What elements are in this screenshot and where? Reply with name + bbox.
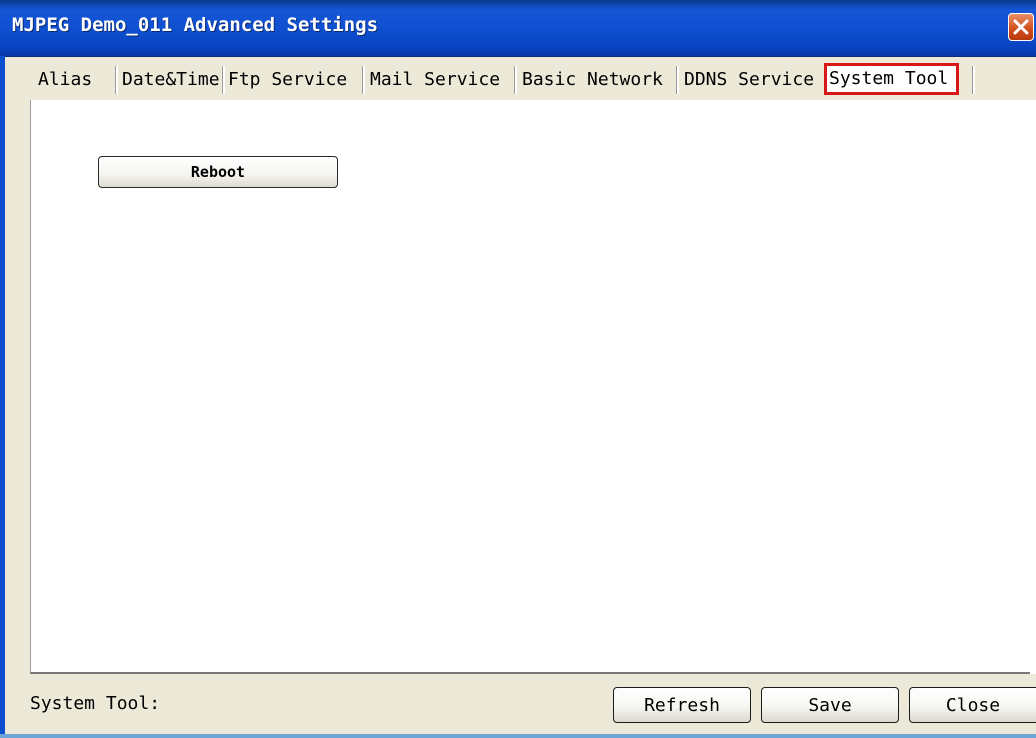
tab-strip: Alias Date&Time Ftp Service Mail Service… xyxy=(30,63,1034,100)
tab-separator xyxy=(222,66,225,94)
tab-ftp-service[interactable]: Ftp Service xyxy=(228,64,347,96)
panel-edge xyxy=(1030,100,1036,674)
tab-system-tool[interactable]: System Tool xyxy=(824,63,960,95)
tab-separator xyxy=(362,66,365,94)
reboot-button[interactable]: Reboot xyxy=(98,156,338,188)
window-title: MJPEG Demo_011 Advanced Settings xyxy=(12,14,379,36)
tab-mail-service[interactable]: Mail Service xyxy=(370,64,500,96)
tab-date-time[interactable]: Date&Time xyxy=(122,64,220,96)
title-bar: MJPEG Demo_011 Advanced Settings xyxy=(0,0,1036,57)
close-button[interactable]: Close xyxy=(909,687,1036,723)
tab-ddns-service[interactable]: DDNS Service xyxy=(684,64,814,96)
tab-separator xyxy=(514,66,517,94)
tab-alias[interactable]: Alias xyxy=(38,64,92,96)
tab-basic-network[interactable]: Basic Network xyxy=(522,64,663,96)
tab-separator xyxy=(972,66,975,94)
tab-separator xyxy=(115,66,118,94)
window-left-border xyxy=(0,56,5,738)
save-button[interactable]: Save xyxy=(761,687,899,723)
window-bottom-border xyxy=(0,734,1036,738)
close-icon xyxy=(1013,19,1029,35)
tab-separator xyxy=(676,66,679,94)
status-label: System Tool: xyxy=(30,693,161,714)
refresh-button[interactable]: Refresh xyxy=(613,687,751,723)
close-window-button[interactable] xyxy=(1008,13,1034,41)
